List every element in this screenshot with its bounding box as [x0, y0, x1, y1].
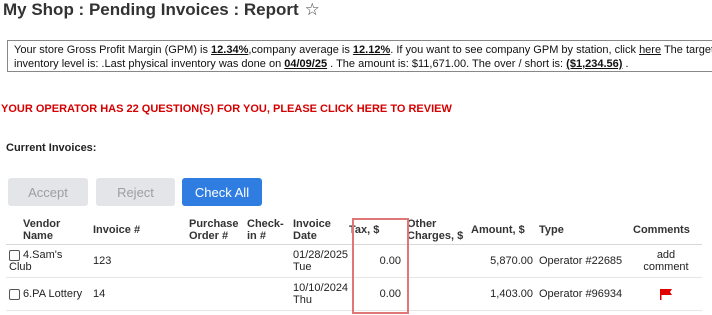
store-gpm-value: 12.34%: [211, 44, 249, 56]
col-comments[interactable]: Comments: [630, 216, 702, 245]
type-cell: Operator #96934: [536, 277, 630, 311]
vendor-cell: 4.Sam's Club: [6, 244, 90, 278]
purchase-order-cell: [186, 244, 244, 278]
red-flag-icon[interactable]: [659, 288, 673, 301]
other-charges-cell: [404, 244, 468, 278]
page-title-text: My Shop : Pending Invoices : Report: [3, 0, 299, 19]
add-comment-link[interactable]: add comment: [630, 244, 702, 278]
gpm-text: . If you want to see company GPM by stat…: [390, 44, 640, 56]
table-header-row: Vendor Name Invoice # Purchase Order # C…: [6, 216, 702, 245]
accept-button[interactable]: Accept: [8, 178, 88, 206]
operator-questions-alert[interactable]: YOUR OPERATOR HAS 22 QUESTION(S) FOR YOU…: [1, 103, 452, 115]
purchase-order-cell: [186, 277, 244, 311]
tax-cell: 0.00: [346, 244, 404, 278]
gpm-notice: Your store Gross Profit Margin (GPM) is …: [7, 40, 712, 72]
col-other-charges[interactable]: Other Charges, $: [404, 216, 468, 245]
comment-cell: [630, 277, 702, 311]
tax-cell: 0.00: [346, 277, 404, 311]
check-in-cell: [244, 277, 290, 311]
invoice-date: 10/10/2024: [293, 282, 349, 294]
invoice-day: Tue: [293, 261, 312, 273]
gpm-text: Your store Gross Profit Margin (GPM) is: [14, 44, 212, 56]
amount-cell: 1,403.00: [468, 277, 536, 311]
col-invoice-date[interactable]: Invoice Date: [290, 216, 346, 245]
col-check-in[interactable]: Check-in #: [244, 216, 290, 245]
inventory-text: .: [622, 58, 629, 70]
inventory-text: inventory level is: .Last physical inven…: [14, 58, 285, 70]
table-row[interactable]: 6.PA Lottery 14 10/10/2024 Thu 0.00 1,403…: [6, 277, 702, 311]
inventory-text: . The amount is: $11,671.00. The over / …: [327, 58, 567, 70]
check-all-button[interactable]: Check All: [182, 178, 262, 206]
invoice-number-cell: 14: [90, 277, 186, 311]
invoice-date-cell: 10/10/2024 Thu: [290, 277, 349, 311]
invoice-number-cell: 123: [90, 244, 186, 278]
invoice-day: Thu: [293, 294, 312, 306]
gpm-notice-line-1: Your store Gross Profit Margin (GPM) is …: [14, 43, 712, 57]
col-amount[interactable]: Amount, $: [468, 216, 536, 245]
row-checkbox[interactable]: [9, 288, 20, 300]
gpm-notice-line-2: inventory level is: .Last physical inven…: [14, 57, 712, 71]
col-purchase-order[interactable]: Purchase Order #: [186, 216, 244, 245]
over-short-value: ($1,234.56): [566, 58, 623, 70]
type-cell: Operator #22685: [536, 244, 630, 278]
reject-button[interactable]: Reject: [96, 178, 175, 206]
col-type[interactable]: Type: [536, 216, 630, 245]
table-row[interactable]: 4.Sam's Club 123 01/28/2025 Tue 0.00 5,87…: [6, 244, 702, 278]
col-invoice-number[interactable]: Invoice #: [90, 216, 186, 245]
col-vendor-name[interactable]: Vendor Name: [6, 216, 90, 245]
amount-cell: 5,870.00: [468, 244, 536, 278]
invoice-date: 01/28/2025: [293, 249, 349, 261]
company-gpm-value: 12.12%: [352, 44, 391, 56]
gpm-by-station-link[interactable]: here: [639, 44, 661, 56]
page-title: My Shop : Pending Invoices : Report ☆: [3, 0, 320, 20]
inventory-date: 04/09/25: [284, 58, 328, 70]
vendor-cell: 6.PA Lottery: [6, 277, 90, 311]
gpm-text: The target: [661, 44, 712, 56]
check-in-cell: [244, 244, 290, 278]
star-outline-icon[interactable]: ☆: [305, 0, 320, 19]
col-tax[interactable]: Tax, $: [346, 216, 404, 245]
current-invoices-label: Current Invoices:: [6, 142, 97, 154]
other-charges-cell: [404, 277, 468, 311]
vendor-name: 6.PA Lottery: [23, 288, 83, 300]
gpm-text: ,company average is: [248, 44, 353, 56]
invoices-table: Vendor Name Invoice # Purchase Order # C…: [6, 216, 702, 311]
invoice-date-cell: 01/28/2025 Tue: [290, 244, 349, 278]
row-checkbox[interactable]: [9, 249, 20, 261]
